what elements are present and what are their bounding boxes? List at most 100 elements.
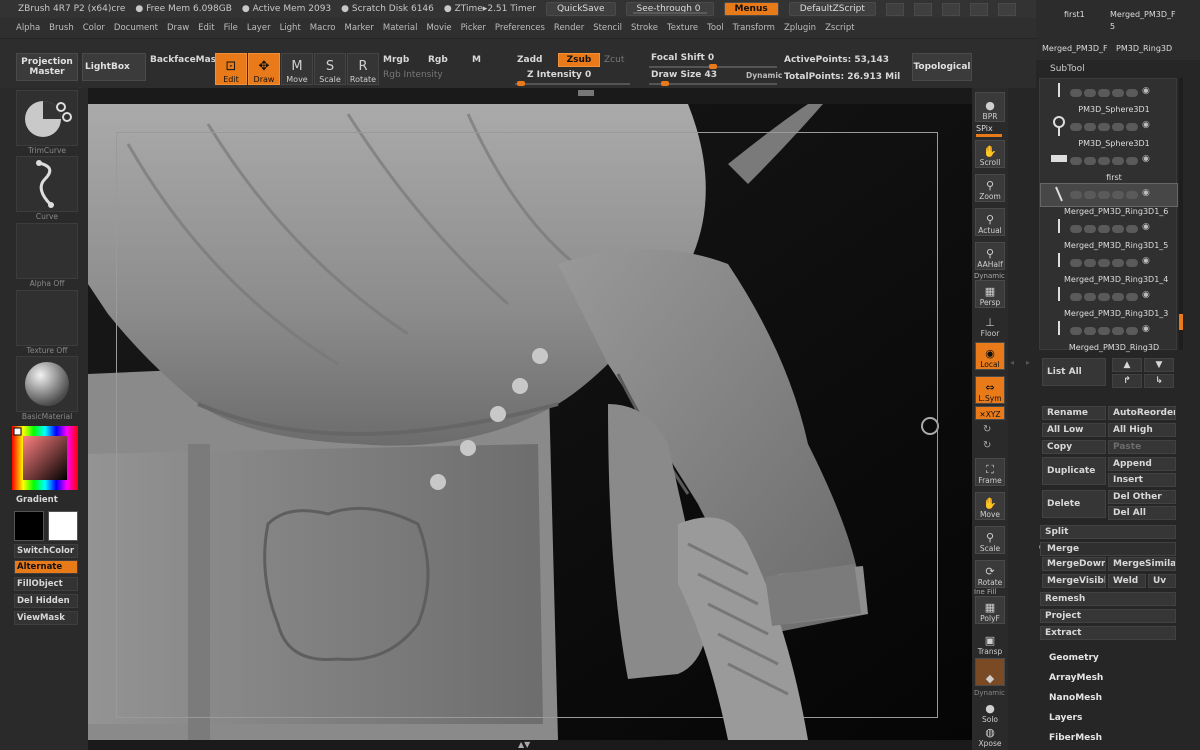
subtool-scroll-thumb[interactable] <box>1179 314 1183 330</box>
move-up-top-icon[interactable]: ↱ <box>1112 374 1142 388</box>
floor-button[interactable]: ⊥ Floor <box>975 310 1005 339</box>
autoreorder-button[interactable]: AutoReorder <box>1108 406 1176 420</box>
alternate-button[interactable]: Alternate <box>14 560 78 574</box>
menu-picker[interactable]: Picker <box>461 23 486 33</box>
menu-macro[interactable]: Macro <box>310 23 336 33</box>
frame-button[interactable]: ⛶ Frame <box>975 458 1005 486</box>
subtool-eye-icon[interactable]: ◉ <box>1142 222 1150 232</box>
tool-thumb-ring3d[interactable]: PM3D_Ring3D <box>1116 44 1172 53</box>
del-all-button[interactable]: Del All <box>1108 506 1176 520</box>
subtool-scrollbar[interactable] <box>1179 78 1183 350</box>
draw-size-knob[interactable] <box>661 81 669 86</box>
menu-tool[interactable]: Tool <box>707 23 724 33</box>
append-button[interactable]: Append <box>1108 457 1176 471</box>
tray-arrow-right-icon[interactable]: ▸ <box>1026 358 1030 367</box>
menu-marker[interactable]: Marker <box>345 23 374 33</box>
actual-button[interactable]: ⚲ Actual <box>975 208 1005 236</box>
mergevisible-button[interactable]: MergeVisible <box>1042 574 1106 588</box>
menu-movie[interactable]: Movie <box>426 23 451 33</box>
tool-thumb-merged-b[interactable]: Merged_PM3D_F <box>1042 44 1108 53</box>
focal-shift-slider[interactable]: Focal Shift 0 <box>651 53 714 63</box>
lock-icon[interactable] <box>997 2 1016 16</box>
menu-edit[interactable]: Edit <box>198 23 214 33</box>
rotate-z-icon[interactable]: ↻ <box>983 440 991 451</box>
color-picker[interactable] <box>12 426 78 490</box>
stroke-slot[interactable] <box>16 156 78 212</box>
subtool-eye-icon[interactable]: ◉ <box>1142 188 1150 198</box>
menu-color[interactable]: Color <box>83 23 105 33</box>
menu-draw[interactable]: Draw <box>167 23 189 33</box>
menu-stroke[interactable]: Stroke <box>631 23 658 33</box>
move-down-arrow-icon[interactable]: ▼ <box>1144 358 1174 372</box>
local-button[interactable]: ◉ Local <box>975 342 1005 370</box>
brush-slot[interactable] <box>16 90 78 146</box>
subtool-eye-icon[interactable]: ◉ <box>1142 256 1150 266</box>
move-mode-button[interactable]: M Move <box>281 53 313 85</box>
draw-size-slider[interactable]: Draw Size 43 <box>651 70 717 80</box>
insert-button[interactable]: Insert <box>1108 473 1176 487</box>
menu-brush[interactable]: Brush <box>49 23 74 33</box>
menu-alpha[interactable]: Alpha <box>16 23 40 33</box>
all-high-button[interactable]: All High <box>1108 423 1176 437</box>
move-up-arrow-icon[interactable]: ▲ <box>1112 358 1142 372</box>
backface-mask-button[interactable]: BackfaceMas <box>150 55 216 65</box>
secondary-color-swatch[interactable] <box>14 511 44 541</box>
window-restore-icon[interactable] <box>913 2 932 16</box>
subtool-eye-icon[interactable]: ◉ <box>1142 154 1150 164</box>
remesh-section[interactable]: Remesh <box>1040 592 1176 606</box>
spix-slider[interactable]: SPix <box>976 124 993 133</box>
quicksave-button[interactable]: QuickSave <box>545 2 616 16</box>
paste-button[interactable]: Paste <box>1108 440 1176 454</box>
topological-button[interactable]: Topological <box>912 53 972 81</box>
zadd-button[interactable]: Zadd <box>517 55 542 65</box>
subtool-eye-icon[interactable]: ◉ <box>1142 324 1150 334</box>
focal-shift-knob[interactable] <box>709 64 717 69</box>
edit-mode-button[interactable]: ⊡ Edit <box>215 53 247 85</box>
mergesimilar-button[interactable]: MergeSimilar <box>1108 557 1176 571</box>
material-slot[interactable] <box>16 356 78 412</box>
rotate-mode-button[interactable]: R Rotate <box>347 53 379 85</box>
projection-master-button[interactable]: Projection Master <box>16 53 78 81</box>
aahalf-button[interactable]: ⚲ AAHalf <box>975 242 1005 270</box>
m-button[interactable]: M <box>472 55 481 65</box>
menu-texture[interactable]: Texture <box>667 23 698 33</box>
menu-render[interactable]: Render <box>554 23 584 33</box>
tray-arrow-left-icon[interactable]: ◂ <box>1010 358 1014 367</box>
alpha-slot[interactable] <box>16 223 78 279</box>
solo-button[interactable]: ● Solo <box>975 696 1005 725</box>
transp-button[interactable]: ▣ Transp <box>975 628 1005 657</box>
extract-section[interactable]: Extract <box>1040 626 1176 640</box>
polyf-button[interactable]: ▦ PolyF <box>975 596 1005 624</box>
menu-material[interactable]: Material <box>383 23 418 33</box>
move-down-bottom-icon[interactable]: ↳ <box>1144 374 1174 388</box>
dynamic-button[interactable]: Dynamic <box>746 71 782 80</box>
texture-slot[interactable] <box>16 290 78 346</box>
tray-divider[interactable]: ◂ ▸ <box>1008 88 1036 750</box>
scroll-button[interactable]: ✋ Scroll <box>975 140 1005 168</box>
canvas-collapse-handle[interactable] <box>578 90 594 96</box>
rgb-button[interactable]: Rgb <box>428 55 448 65</box>
zcut-button[interactable]: Zcut <box>604 55 624 65</box>
canvas-expand-icon[interactable]: ▲▼ <box>518 741 538 749</box>
draw-mode-button[interactable]: ✥ Draw <box>248 53 280 85</box>
menus-button[interactable]: Menus <box>723 2 779 16</box>
default-zscript-button[interactable]: DefaultZScript <box>788 2 876 16</box>
rgb-intensity-slider[interactable]: Rgb Intensity <box>383 70 443 80</box>
rename-button[interactable]: Rename <box>1042 406 1106 420</box>
main-color-swatch[interactable] <box>48 511 78 541</box>
subtool-eye-icon[interactable]: ◉ <box>1142 86 1150 96</box>
window-close-icon[interactable] <box>969 2 988 16</box>
document-canvas[interactable] <box>88 104 972 740</box>
split-section[interactable]: Split <box>1040 525 1176 539</box>
zsub-button[interactable]: Zsub <box>558 53 600 67</box>
z-intensity-track[interactable] <box>515 83 630 85</box>
nanomesh-section[interactable]: NanoMesh <box>1049 693 1102 703</box>
weld-button[interactable]: Weld <box>1108 574 1146 588</box>
del-hidden-button[interactable]: Del Hidden <box>14 594 78 608</box>
z-intensity-slider[interactable]: Z Intensity 0 <box>527 70 591 80</box>
fillobject-button[interactable]: FillObject <box>14 577 78 591</box>
subtool-eye-icon[interactable]: ◉ <box>1142 290 1150 300</box>
layers-section[interactable]: Layers <box>1049 713 1082 723</box>
xpose-button[interactable]: ◍ Xpose <box>975 726 1005 749</box>
all-low-button[interactable]: All Low <box>1042 423 1106 437</box>
